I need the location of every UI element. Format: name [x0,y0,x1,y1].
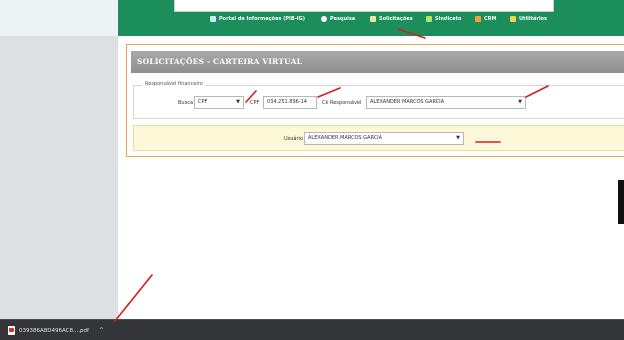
page-content: Portal de Informações (PIB-IG) Pesquisa … [118,0,624,319]
download-filename: 039386A8D496AC8....pdf [19,327,89,334]
nav-item-pesquisa[interactable]: Pesquisa [321,13,355,25]
top-navigation-bar: Portal de Informações (PIB-IG) Pesquisa … [118,0,624,36]
busca-label: Busca [178,100,194,106]
left-top-strip [0,0,118,36]
header-white-box [174,0,554,12]
portal-icon [210,16,216,22]
chevron-down-icon: ▼ [236,99,240,105]
busca-select-value: CPF [198,99,208,105]
nav-item-utilitarios[interactable]: Utilitários [510,13,547,25]
cpf-input[interactable]: 034.251.896-14 [263,96,317,109]
usuario-box: Usuário ALEXANDER MARCOS GARCIA ▼ [133,125,624,151]
chevron-down-icon: ▼ [518,99,522,105]
responsavel-label: Ck Responsável [322,100,362,106]
person-icon [370,16,376,22]
nav-item-label: Utilitários [519,16,547,22]
nav-item-label: CRM [484,16,497,22]
browser-window: Portal de Informações (PIB-IG) Pesquisa … [0,0,624,340]
busca-select[interactable]: CPF ▼ [194,96,244,109]
search-icon [321,16,327,22]
crm-icon [475,16,481,22]
responsavel-select-value: ALEXANDER MARCOS GARCIA [370,99,445,105]
cpf-label: CPF [250,100,260,106]
responsavel-fieldset: Responsável financeiro Busca CPF ▼ CPF 0… [133,81,624,119]
nav-item-solicitacoes[interactable]: Solicitações [370,13,413,25]
solicitacoes-panel: SOLICITAÇÕES - CARTEIRA VIRTUAL Responsá… [126,44,624,157]
responsavel-select[interactable]: ALEXANDER MARCOS GARCIA ▼ [366,96,526,109]
download-item[interactable]: 039386A8D496AC8....pdf ^ [8,325,104,336]
nav-item-sindicato[interactable]: Sindicato [426,13,461,25]
panel-title: SOLICITAÇÕES - CARTEIRA VIRTUAL [131,51,624,73]
nav-item-crm[interactable]: CRM [475,13,497,25]
usuario-select[interactable]: ALEXANDER MARCOS GARCIA ▼ [304,132,464,145]
nav-item-label: Pesquisa [330,16,356,22]
nav-item-label: Solicitações [379,16,413,22]
download-bar: 039386A8D496AC8....pdf ^ [0,319,624,340]
chevron-down-icon: ▼ [456,135,460,141]
pdf-file-icon [8,326,15,335]
nav-item-portal[interactable]: Portal de Informações (PIB-IG) [210,13,305,25]
usuario-select-value: ALEXANDER MARCOS GARCIA [308,135,383,141]
nav-item-label: Sindicato [435,16,462,22]
nav-item-label: Portal de Informações (PIB-IG) [219,16,306,22]
tools-icon [510,16,516,22]
left-gray-area [0,0,118,319]
usuario-label: Usuário [284,136,304,142]
chevron-up-icon[interactable]: ^ [99,327,104,334]
leaf-icon [426,16,432,22]
partial-black-element [618,180,624,224]
fieldset-legend: Responsável financeiro [142,81,206,87]
